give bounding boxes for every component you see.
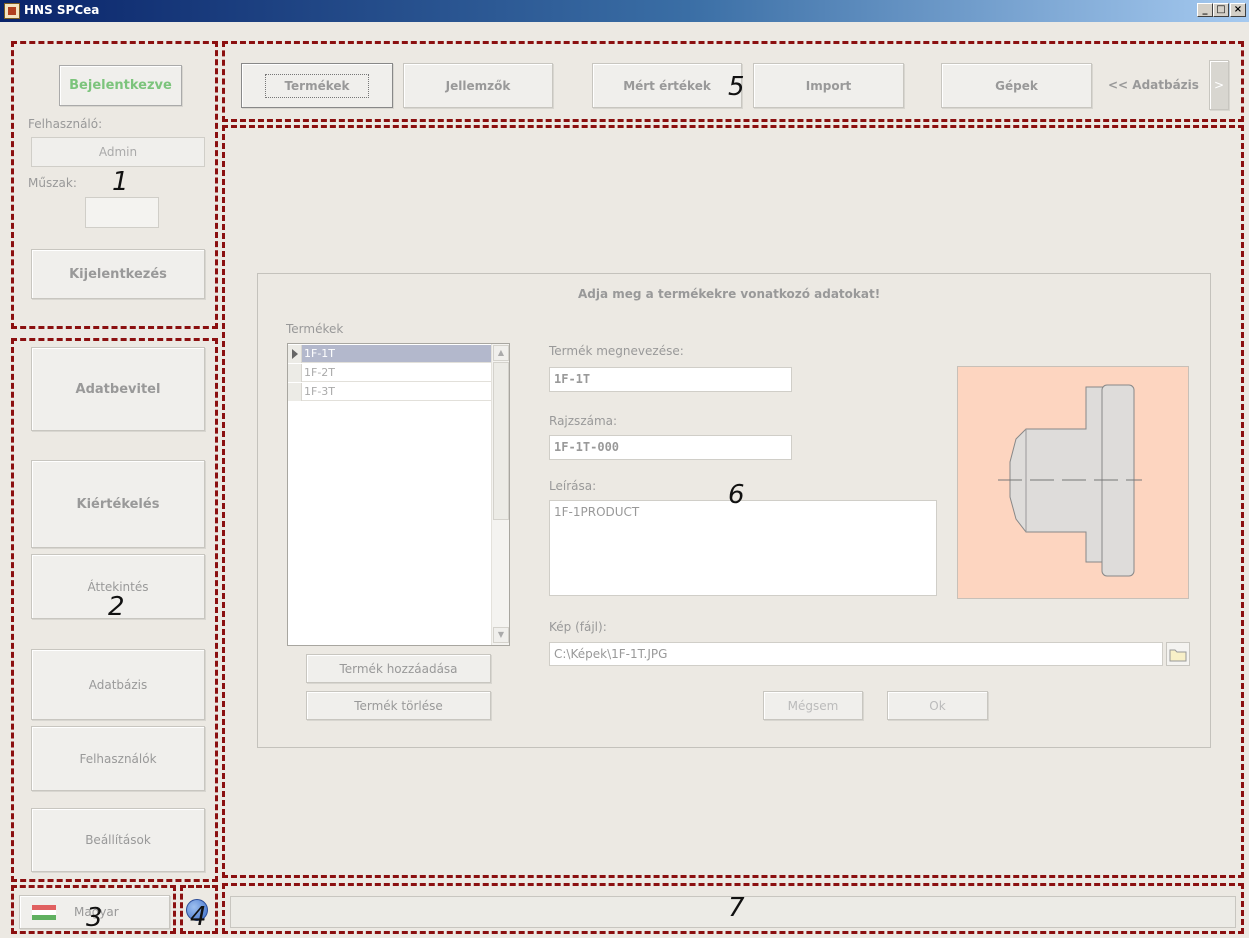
image-file-label: Kép (fájl): [549,620,607,634]
list-item-label: 1F-2T [304,366,336,379]
logout-button[interactable]: Kijelentkezés [31,249,205,299]
scroll-down-icon[interactable]: ▼ [493,627,509,643]
title-bar: HNS SPCea _ □ × [0,0,1249,22]
nav-database-button[interactable]: Adatbázis [31,649,205,720]
scroll-thumb[interactable] [493,362,509,520]
nav-data-entry-button[interactable]: Adatbevitel [31,347,205,431]
tab-characteristics[interactable]: Jellemzők [403,63,553,108]
add-product-button[interactable]: Termék hozzáadása [306,654,491,683]
annotation-3: 3 [86,903,103,933]
tab-products-label: Termékek [265,73,369,98]
user-label: Felhasználó: [28,117,103,131]
browse-button[interactable] [1166,642,1190,666]
next-arrow-button[interactable]: > [1209,60,1229,110]
row-pointer-icon [288,345,302,363]
drawing-number-label: Rajzszáma: [549,414,618,428]
user-field: Admin [31,137,205,167]
product-name-label: Termék megnevezése: [549,344,684,358]
app-icon [4,3,20,19]
tab-measured-values[interactable]: Mért értékek [592,63,742,108]
logged-in-button[interactable]: Bejelentkezve [59,65,182,106]
row-marker [288,364,302,382]
list-item[interactable]: 1F-1T [288,345,492,363]
image-path-field[interactable]: C:\Képek\1F-1T.JPG [549,642,1163,666]
part-drawing-icon [998,384,1142,577]
list-scrollbar[interactable]: ▲ ▼ [491,344,509,645]
tab-import[interactable]: Import [753,63,904,108]
window-title: HNS SPCea [24,3,100,17]
list-item[interactable]: 1F-3T [288,383,492,401]
products-list-label: Termékek [286,322,344,336]
list-item[interactable]: 1F-2T [288,364,492,382]
annotation-6: 6 [728,480,745,510]
description-field[interactable]: 1F-1PRODUCT [549,500,937,596]
cancel-button[interactable]: Mégsem [763,691,863,720]
list-item-label: 1F-1T [304,347,336,360]
list-item-label: 1F-3T [304,385,336,398]
shift-field[interactable] [85,197,159,228]
shift-label: Műszak: [28,176,77,190]
scroll-up-icon[interactable]: ▲ [493,345,509,361]
annotation-1: 1 [112,167,129,197]
products-listbox[interactable]: 1F-1T 1F-2T 1F-3T ▲ ▼ [287,343,510,646]
product-name-field[interactable]: 1F-1T [549,367,792,392]
annotation-5: 5 [728,72,745,102]
annotation-7: 7 [728,893,745,923]
delete-product-button[interactable]: Termék törlése [306,691,491,720]
hungarian-flag-icon [32,905,56,920]
annotation-4: 4 [190,902,207,932]
drawing-number-field[interactable]: 1F-1T-000 [549,435,792,460]
row-marker [288,383,302,401]
product-image [957,366,1189,599]
form-heading: Adja meg a termékekre vonatkozó adatokat… [578,287,881,301]
nav-users-button[interactable]: Felhasználók [31,726,205,791]
nav-evaluation-button[interactable]: Kiértékelés [31,460,205,548]
close-button[interactable]: × [1230,3,1246,17]
ok-button[interactable]: Ok [887,691,988,720]
tab-products[interactable]: Termékek [241,63,393,108]
maximize-button[interactable]: □ [1213,3,1229,17]
tab-machines[interactable]: Gépek [941,63,1092,108]
nav-settings-button[interactable]: Beállítások [31,808,205,872]
database-section-label: << Adatbázis [1108,78,1199,92]
description-label: Leírása: [549,479,597,493]
annotation-2: 2 [108,592,125,622]
minimize-button[interactable]: _ [1197,3,1213,17]
folder-icon [1169,649,1187,662]
